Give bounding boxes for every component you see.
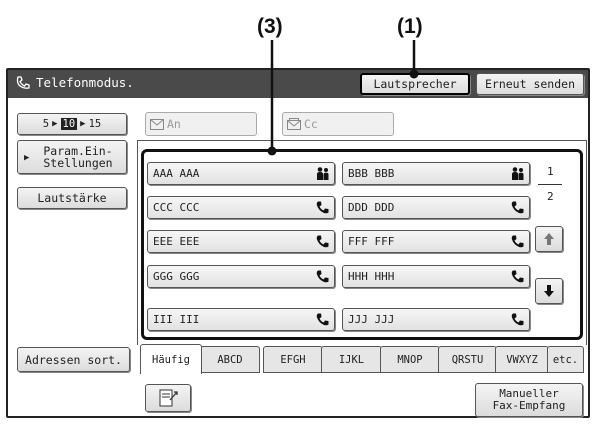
- address-entry[interactable]: JJJ JJJ: [342, 308, 530, 331]
- manual-receive-line2: Fax-Empfang: [492, 399, 566, 412]
- fax-info-button[interactable]: [145, 384, 191, 412]
- phone-icon: [315, 269, 330, 284]
- param-settings-line2: Stellungen: [43, 156, 113, 170]
- address-entry[interactable]: EEE EEE: [147, 230, 335, 253]
- address-label: AAA AAA: [153, 167, 200, 180]
- volume-button[interactable]: Lautstärke: [17, 187, 127, 209]
- address-entry[interactable]: BBB BBB: [342, 162, 530, 185]
- tab-vwxyz[interactable]: VWXYZ: [495, 346, 549, 373]
- phone-mode-icon: [16, 76, 30, 89]
- phone-icon: [315, 200, 330, 215]
- phone-icon: [315, 312, 330, 327]
- phone-icon: [510, 269, 525, 284]
- tab-hufig[interactable]: Häufig: [140, 344, 202, 374]
- group-icon: [510, 166, 525, 181]
- speaker-button[interactable]: Lautsprecher: [360, 73, 470, 95]
- cc-envelope-icon: [287, 118, 301, 130]
- address-entry[interactable]: FFF FFF: [342, 230, 530, 253]
- speed-value-10: 10: [60, 118, 78, 130]
- address-entry[interactable]: CCC CCC: [147, 196, 335, 219]
- page-total: 2: [547, 190, 554, 203]
- phone-icon: [510, 200, 525, 215]
- address-label: BBB BBB: [348, 167, 395, 180]
- callout-3: (3): [257, 15, 283, 38]
- phone-icon: [510, 312, 525, 327]
- tab-etc[interactable]: etc.: [547, 346, 584, 373]
- speed-value-15: 15: [88, 118, 102, 130]
- phone-icon: [315, 234, 330, 249]
- sort-addresses-button[interactable]: Adressen sort.: [17, 347, 130, 372]
- to-field-label: An: [167, 117, 181, 131]
- arrow-right-icon: ▶: [80, 119, 86, 129]
- phone-icon: [510, 234, 525, 249]
- resend-button[interactable]: Erneut senden: [476, 73, 584, 95]
- window-title: Telefonmodus.: [36, 75, 134, 90]
- cc-field-label: Cc: [304, 117, 318, 131]
- address-label: CCC CCC: [153, 201, 200, 214]
- group-icon: [315, 166, 330, 181]
- tab-efgh[interactable]: EFGH: [263, 346, 323, 373]
- tab-qrstu[interactable]: QRSTU: [438, 346, 497, 373]
- param-settings-button[interactable]: ▶ Param.Ein- Stellungen: [17, 140, 127, 174]
- callout-1: (1): [397, 15, 423, 38]
- address-label: JJJ JJJ: [348, 313, 395, 326]
- manual-fax-receive-button[interactable]: Manueller Fax-Empfang: [475, 383, 583, 417]
- arrow-up-icon: [544, 233, 554, 245]
- arrow-right-icon: ▶: [52, 119, 58, 129]
- address-label: HHH HHH: [348, 270, 395, 283]
- tab-ijkl[interactable]: IJKL: [321, 346, 382, 373]
- scroll-down-button[interactable]: [535, 278, 563, 304]
- address-entry[interactable]: DDD DDD: [342, 196, 530, 219]
- page-current: 1: [547, 165, 554, 178]
- to-field[interactable]: An: [145, 112, 257, 136]
- scroll-up-button[interactable]: [535, 226, 563, 252]
- address-label: GGG GGG: [153, 270, 200, 283]
- speed-selector-button[interactable]: 5 ▶ 10 ▶ 15: [17, 113, 127, 135]
- address-entry[interactable]: AAA AAA: [147, 162, 335, 185]
- page-divider: [538, 184, 562, 185]
- address-label: III III: [153, 313, 200, 326]
- arrow-down-icon: [544, 285, 554, 297]
- address-entry[interactable]: HHH HHH: [342, 265, 530, 288]
- speed-value-5: 5: [42, 118, 50, 130]
- address-entry[interactable]: GGG GGG: [147, 265, 335, 288]
- envelope-icon: [150, 118, 164, 130]
- address-label: EEE EEE: [153, 235, 200, 248]
- address-label: DDD DDD: [348, 201, 395, 214]
- address-entry[interactable]: III III: [147, 308, 335, 331]
- tab-mnop[interactable]: MNOP: [380, 346, 440, 373]
- play-arrow-icon: ▶: [24, 153, 30, 163]
- fax-document-icon: [159, 389, 178, 407]
- tab-abcd[interactable]: ABCD: [200, 346, 260, 373]
- cc-field[interactable]: Cc: [282, 112, 394, 136]
- address-label: FFF FFF: [348, 235, 395, 248]
